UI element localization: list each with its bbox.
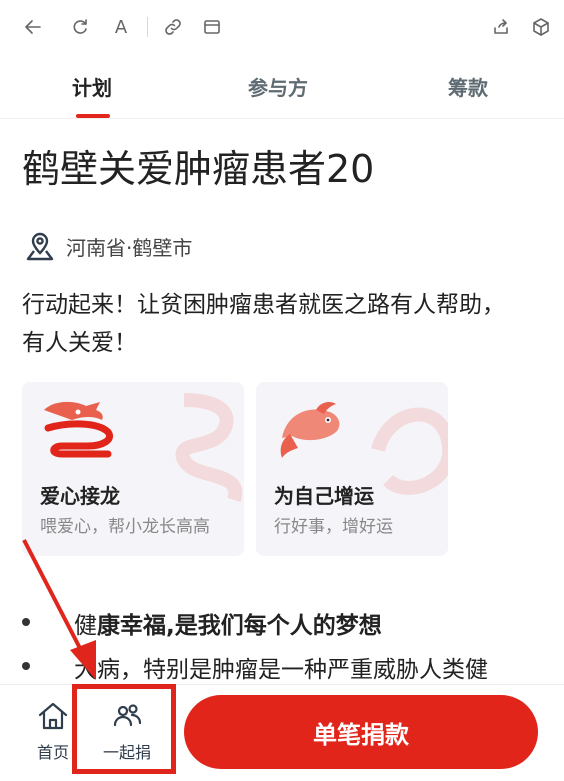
page-title: 鹤壁关爱肿瘤患者20 — [22, 147, 375, 191]
tab-plan[interactable]: 计划 — [72, 72, 112, 101]
toolbar-separator — [147, 17, 148, 37]
bullet-dot — [22, 618, 30, 626]
location-text: 河南省·鹤壁市 — [66, 235, 193, 260]
font-letter: A — [114, 16, 128, 38]
dragon-icon — [44, 401, 113, 458]
home-icon — [38, 702, 68, 730]
card-subtitle: 行好事，增好运 — [274, 517, 393, 537]
annotation-highlight-box — [72, 684, 176, 774]
list-item: 大病，特别是肿瘤是一种严重威胁人类健 — [74, 657, 488, 683]
card-love-relay[interactable]: 爱心接龙 喂爱心，帮小龙长高高 — [22, 382, 244, 556]
refresh-icon[interactable] — [67, 14, 93, 40]
back-icon[interactable] — [20, 14, 46, 40]
window-icon[interactable] — [199, 14, 225, 40]
location-pin-icon — [26, 232, 54, 261]
link-icon[interactable] — [160, 14, 186, 40]
cube-icon[interactable] — [528, 14, 554, 40]
tab-bar: 计划 参与方 筹款 — [0, 54, 564, 119]
tab-participants[interactable]: 参与方 — [248, 72, 308, 101]
share-icon[interactable] — [488, 14, 514, 40]
dragon-watermark-icon — [175, 393, 243, 503]
koi-watermark-icon — [371, 407, 448, 495]
bullet-dot — [22, 662, 30, 670]
single-donation-button[interactable]: 单笔捐款 — [184, 695, 538, 769]
card-subtitle: 喂爱心，帮小龙长高高 — [40, 517, 210, 537]
card-boost-luck[interactable]: 为自己增运 行好事，增好运 — [256, 382, 448, 556]
card-title: 为自己增运 — [274, 484, 374, 508]
active-tab-indicator — [76, 114, 110, 118]
list-item: 健康幸福,是我们每个人的梦想 — [74, 606, 382, 640]
browser-toolbar: A — [0, 0, 564, 55]
koi-fish-icon — [280, 402, 340, 458]
tab-fundraising[interactable]: 筹款 — [448, 72, 488, 101]
project-slogan: 行动起来！让贫困肿瘤患者就医之路有人帮助，有人关爱！ — [22, 292, 505, 356]
list-item-prefix: 健 — [74, 613, 97, 639]
font-icon[interactable]: A — [108, 14, 134, 40]
list-item-bold: 康幸福,是我们每个人的梦想 — [97, 613, 382, 639]
location: 河南省·鹤壁市 — [24, 228, 192, 264]
card-title: 爱心接龙 — [40, 484, 120, 508]
